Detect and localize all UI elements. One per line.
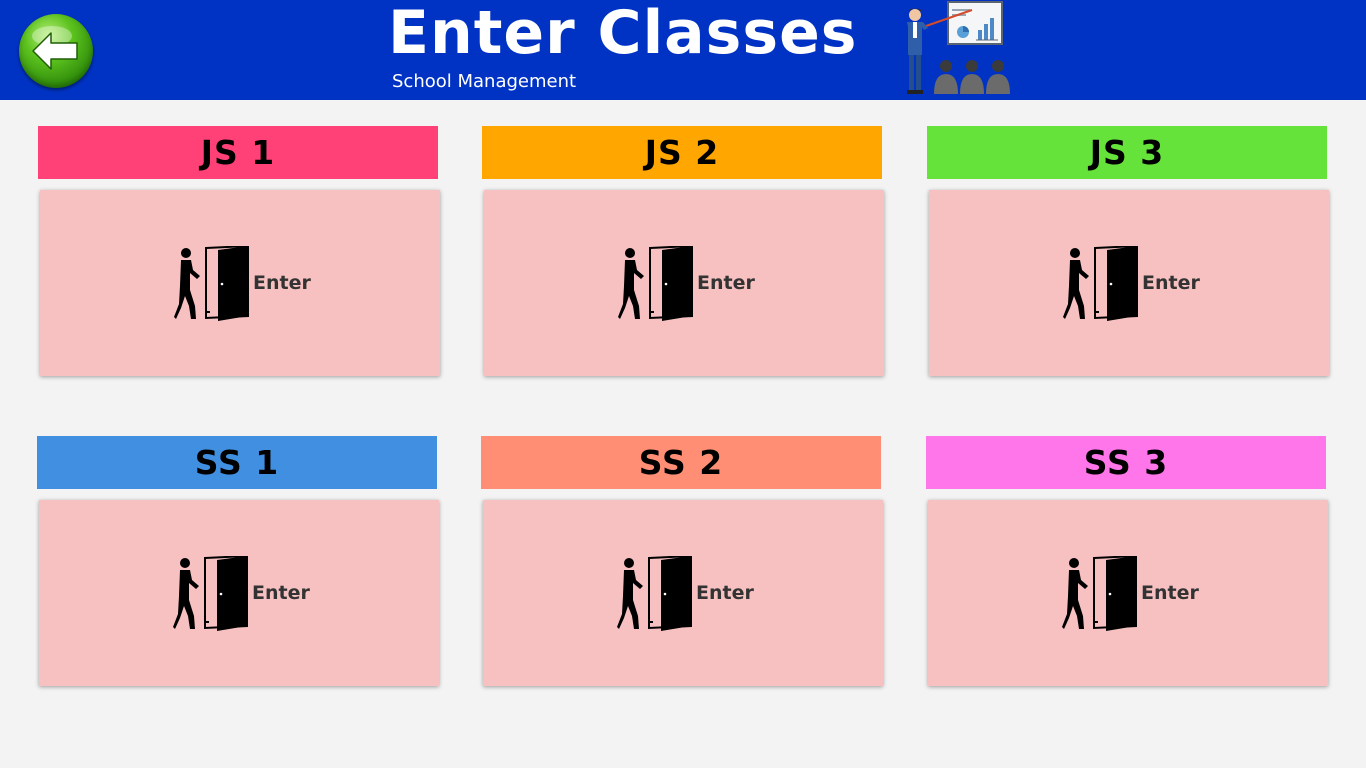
enter-button[interactable]: Enter xyxy=(1062,556,1202,632)
page-subtitle: School Management xyxy=(392,71,577,92)
class-header-1: JS 1 xyxy=(38,126,438,179)
back-arrow-icon xyxy=(32,26,78,70)
header-bar: Enter Classes School Management xyxy=(0,0,1366,100)
enter-door-icon xyxy=(174,246,249,321)
enter-class-card-4[interactable]: Enter xyxy=(39,500,439,686)
enter-label: Enter xyxy=(696,582,754,604)
enter-door-icon xyxy=(173,556,248,631)
enter-class-card-5[interactable]: Enter xyxy=(483,500,883,686)
enter-class-card-3[interactable]: Enter xyxy=(929,190,1329,376)
page-title: Enter Classes xyxy=(388,0,858,68)
back-button[interactable] xyxy=(19,14,93,88)
enter-label: Enter xyxy=(697,272,755,294)
enter-button[interactable]: Enter xyxy=(1063,246,1203,322)
enter-label: Enter xyxy=(252,582,310,604)
enter-label: Enter xyxy=(1141,582,1199,604)
class-header-3: JS 3 xyxy=(927,126,1327,179)
class-header-4: SS 1 xyxy=(37,436,437,489)
enter-door-icon xyxy=(1063,246,1138,321)
enter-class-card-2[interactable]: Enter xyxy=(484,190,884,376)
class-header-5: SS 2 xyxy=(481,436,881,489)
enter-class-card-1[interactable]: Enter xyxy=(40,190,440,376)
class-header-2: JS 2 xyxy=(482,126,882,179)
enter-door-icon xyxy=(618,246,693,321)
enter-button[interactable]: Enter xyxy=(173,556,313,632)
enter-door-icon xyxy=(617,556,692,631)
class-header-6: SS 3 xyxy=(926,436,1326,489)
enter-button[interactable]: Enter xyxy=(618,246,758,322)
enter-label: Enter xyxy=(253,272,311,294)
enter-class-card-6[interactable]: Enter xyxy=(928,500,1328,686)
enter-button[interactable]: Enter xyxy=(617,556,757,632)
enter-label: Enter xyxy=(1142,272,1200,294)
enter-button[interactable]: Enter xyxy=(174,246,314,322)
teacher-presentation-icon xyxy=(907,1,1010,94)
enter-door-icon xyxy=(1062,556,1137,631)
